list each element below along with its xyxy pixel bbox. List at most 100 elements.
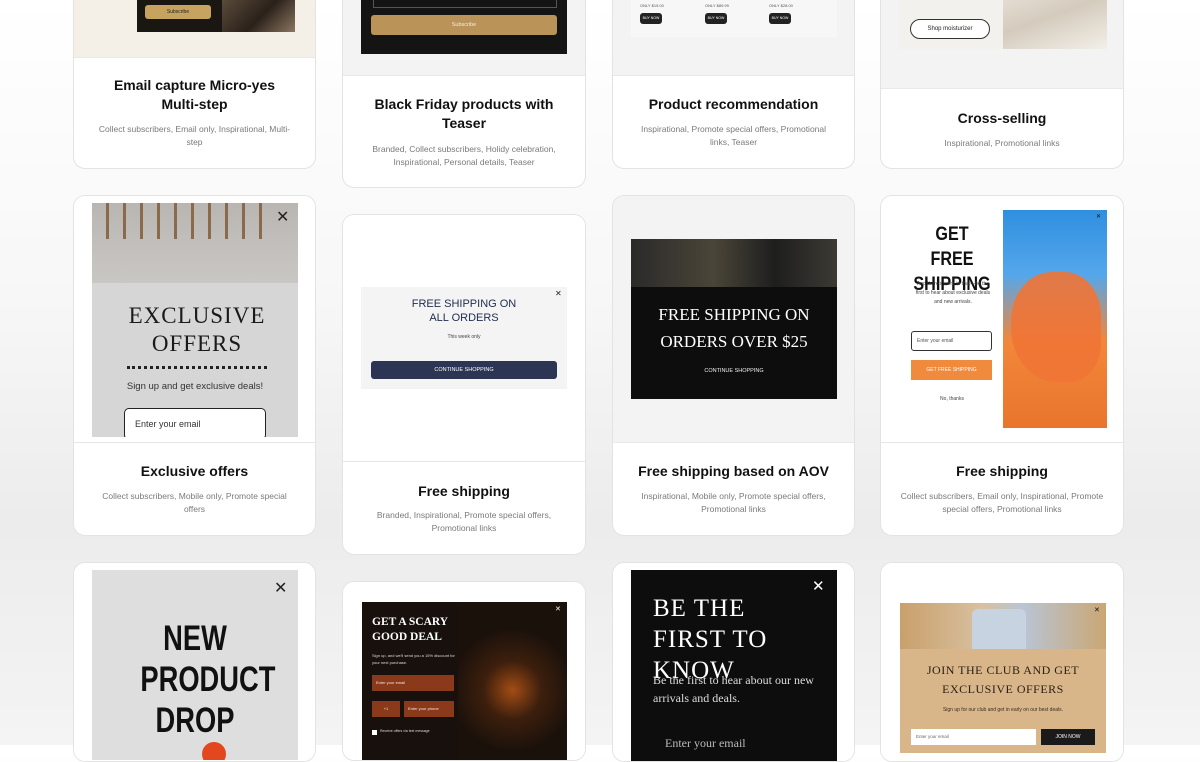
- close-icon: ✕: [555, 289, 562, 298]
- card-divider: [613, 442, 854, 443]
- preview-subtext: Sign up, and we'll send you a 15% discou…: [372, 653, 455, 665]
- preview-shirt-photo: [900, 603, 1106, 649]
- preview-popup: GET FREE SHIPPING And there's more to th…: [905, 210, 1107, 428]
- preview-popup-dark: FREE SHIPPING ON ORDERS OVER $25 CONTINU…: [631, 239, 837, 399]
- template-card-scary-good-deal[interactable]: ✕ GET A SCARY GOOD DEAL Sign up, and we'…: [342, 581, 586, 761]
- card-divider: [613, 75, 854, 76]
- template-title: Black Friday products with Teaser: [374, 96, 554, 131]
- preview-subtext: Be the first to hear about our new arriv…: [653, 673, 814, 705]
- template-tags: Branded, Inspirational, Promote special …: [376, 510, 552, 533]
- preview-subtext: And there's more to that—be the first to…: [915, 281, 991, 305]
- template-title: Free shipping: [956, 463, 1048, 479]
- preview-buy-button-3: BUY NOW: [769, 13, 791, 24]
- template-card-be-the-first[interactable]: ✕ BE THE FIRST TO KNOW Be the first to h…: [612, 562, 855, 762]
- preview-subscribe-button: Subscribe: [145, 5, 211, 19]
- preview-email-field: Enter your email: [665, 736, 746, 750]
- preview-consent-checkbox: [372, 730, 377, 735]
- preview-email-field: Enter your email: [911, 331, 992, 351]
- close-icon: ✕: [274, 578, 288, 597]
- card-divider: [343, 461, 585, 462]
- template-card-get-free-shipping[interactable]: GET FREE SHIPPING And there's more to th…: [880, 195, 1124, 536]
- template-preview: FREE SHIPPING ON ORDERS OVER $25 CONTINU…: [613, 196, 854, 442]
- template-title: Free shipping: [418, 483, 510, 499]
- close-icon: ✕: [276, 207, 290, 226]
- preview-product-photo: [1003, 0, 1107, 49]
- template-tags: Branded, Collect subscribers, Holidy cel…: [372, 144, 556, 167]
- preview-popup: ✕ JOIN THE CLUB AND GET EXCLUSIVE OFFERS…: [900, 603, 1106, 753]
- preview-phone-field: Enter your phone: [404, 701, 454, 717]
- template-card-join-the-club[interactable]: ✕ JOIN THE CLUB AND GET EXCLUSIVE OFFERS…: [880, 562, 1124, 762]
- preview-price-3: ONLY $28.00: [769, 3, 793, 8]
- preview-photo: [222, 0, 295, 32]
- template-preview: Shop moisturizer: [881, 0, 1123, 88]
- preview-email-field: Enter your email: [372, 675, 454, 691]
- preview-heading: JOIN THE CLUB AND GET EXCLUSIVE OFFERS: [926, 663, 1080, 696]
- template-preview: ✕ BE THE FIRST TO KNOW Be the first to h…: [613, 563, 854, 761]
- preview-country-code: +1: [372, 701, 400, 717]
- close-icon: ✕: [555, 605, 561, 613]
- preview-halloween-photo: [458, 602, 567, 760]
- preview-price-1: ONLY $15.00: [640, 3, 664, 8]
- preview-shop-button: Shop moisturizer: [910, 19, 990, 39]
- preview-subtext: This week only: [447, 334, 481, 340]
- card-divider: [881, 88, 1123, 89]
- template-preview: ✕ FREE SHIPPING ON ALL ORDERS This week …: [343, 215, 585, 461]
- preview-popup-dark: ✕ GET A SCARY GOOD DEAL Sign up, and we'…: [362, 602, 567, 760]
- template-preview: Subscribe: [343, 0, 585, 75]
- template-tags: Collect subscribers, Email only, Inspira…: [900, 491, 1104, 514]
- template-preview: ✕ GET A SCARY GOOD DEAL Sign up, and we'…: [343, 582, 585, 760]
- close-icon: ✕: [812, 577, 825, 595]
- template-card-product-recommendation[interactable]: ONLY $15.00 ONLY $89.99 ONLY $28.00 BUY …: [612, 0, 855, 169]
- preview-heading: NEW PRODUCT DROP: [140, 619, 276, 740]
- template-title: Email capture Micro-yes Multi-step: [113, 77, 276, 112]
- template-card-email-capture[interactable]: Subscribe Email capture Micro-yes Multi-…: [73, 0, 316, 169]
- preview-popup: ✕ NEW PRODUCT DROP: [92, 570, 298, 760]
- preview-food-photo: [631, 239, 837, 287]
- template-title: Exclusive offers: [140, 463, 249, 479]
- preview-heading: EXCLUSIVE OFFERS: [128, 303, 266, 356]
- close-icon: ✕: [1094, 606, 1100, 614]
- preview-continue-button: CONTINUE SHOPPING: [371, 361, 557, 379]
- preview-popup: ✕ FREE SHIPPING ON ALL ORDERS This week …: [361, 287, 567, 389]
- preview-heading: GET A SCARY GOOD DEAL: [372, 616, 448, 643]
- template-card-free-shipping-all-orders[interactable]: ✕ FREE SHIPPING ON ALL ORDERS This week …: [342, 214, 586, 555]
- preview-subscribe-button: Subscribe: [371, 15, 557, 35]
- template-card-free-shipping-aov[interactable]: FREE SHIPPING ON ORDERS OVER $25 CONTINU…: [612, 195, 855, 536]
- preview-email-field: Enter your email: [911, 729, 1036, 745]
- card-divider: [74, 57, 315, 58]
- preview-dismiss-link: No, thanks: [940, 396, 964, 402]
- template-tags: Inspirational, Promotional links: [944, 138, 1060, 148]
- template-card-cross-selling[interactable]: Shop moisturizer Cross-selling Inspirati…: [880, 0, 1124, 169]
- preview-consent-label: Receive offers via text message: [380, 729, 430, 733]
- preview-heading: FREE SHIPPING ON ALL ORDERS: [411, 298, 517, 324]
- preview-dotted-rule: [127, 366, 267, 369]
- template-tags: Collect subscribers, Mobile only, Promot…: [102, 491, 287, 514]
- card-divider: [881, 442, 1123, 443]
- preview-subtext: Sign up and get exclusive deals!: [126, 381, 264, 392]
- template-preview: GET FREE SHIPPING And there's more to th…: [881, 196, 1123, 442]
- preview-sneaker-photo: ✕: [1003, 210, 1107, 428]
- preview-heading: FREE SHIPPING ON ORDERS OVER $25: [658, 305, 810, 351]
- preview-join-button: JOIN NOW: [1041, 729, 1095, 745]
- template-tags: Inspirational, Promote special offers, P…: [640, 124, 827, 147]
- preview-popup: ✕ EXCLUSIVE OFFERS Sign up and get exclu…: [92, 203, 298, 437]
- preview-popup-dark: Subscribe: [137, 0, 295, 32]
- preview-continue-link: CONTINUE SHOPPING: [704, 368, 764, 374]
- template-preview: Subscribe: [74, 0, 315, 57]
- template-preview: ✕ NEW PRODUCT DROP: [74, 563, 315, 761]
- preview-popup-dark: ✕ BE THE FIRST TO KNOW Be the first to h…: [631, 570, 837, 761]
- template-card-new-product-drop[interactable]: ✕ NEW PRODUCT DROP: [73, 562, 316, 762]
- preview-price-2: ONLY $89.99: [705, 3, 729, 8]
- preview-popup: Shop moisturizer: [899, 0, 1107, 49]
- preview-brushes-photo: [92, 203, 298, 283]
- template-preview: ONLY $15.00 ONLY $89.99 ONLY $28.00 BUY …: [613, 0, 854, 75]
- template-title: Cross-selling: [957, 110, 1047, 126]
- preview-popup-dark: Subscribe: [361, 0, 567, 54]
- template-title: Free shipping based on AOV: [638, 463, 829, 479]
- template-card-exclusive-offers[interactable]: ✕ EXCLUSIVE OFFERS Sign up and get exclu…: [73, 195, 316, 536]
- preview-subtext: Sign up for our club and get in early on…: [942, 707, 1064, 713]
- preview-buy-button-1: BUY NOW: [640, 13, 662, 24]
- preview-free-shipping-button: GET FREE SHIPPING: [911, 360, 992, 380]
- template-tags: Collect subscribers, Email only, Inspira…: [98, 124, 291, 147]
- template-card-black-friday[interactable]: Subscribe Black Friday products with Tea…: [342, 0, 586, 188]
